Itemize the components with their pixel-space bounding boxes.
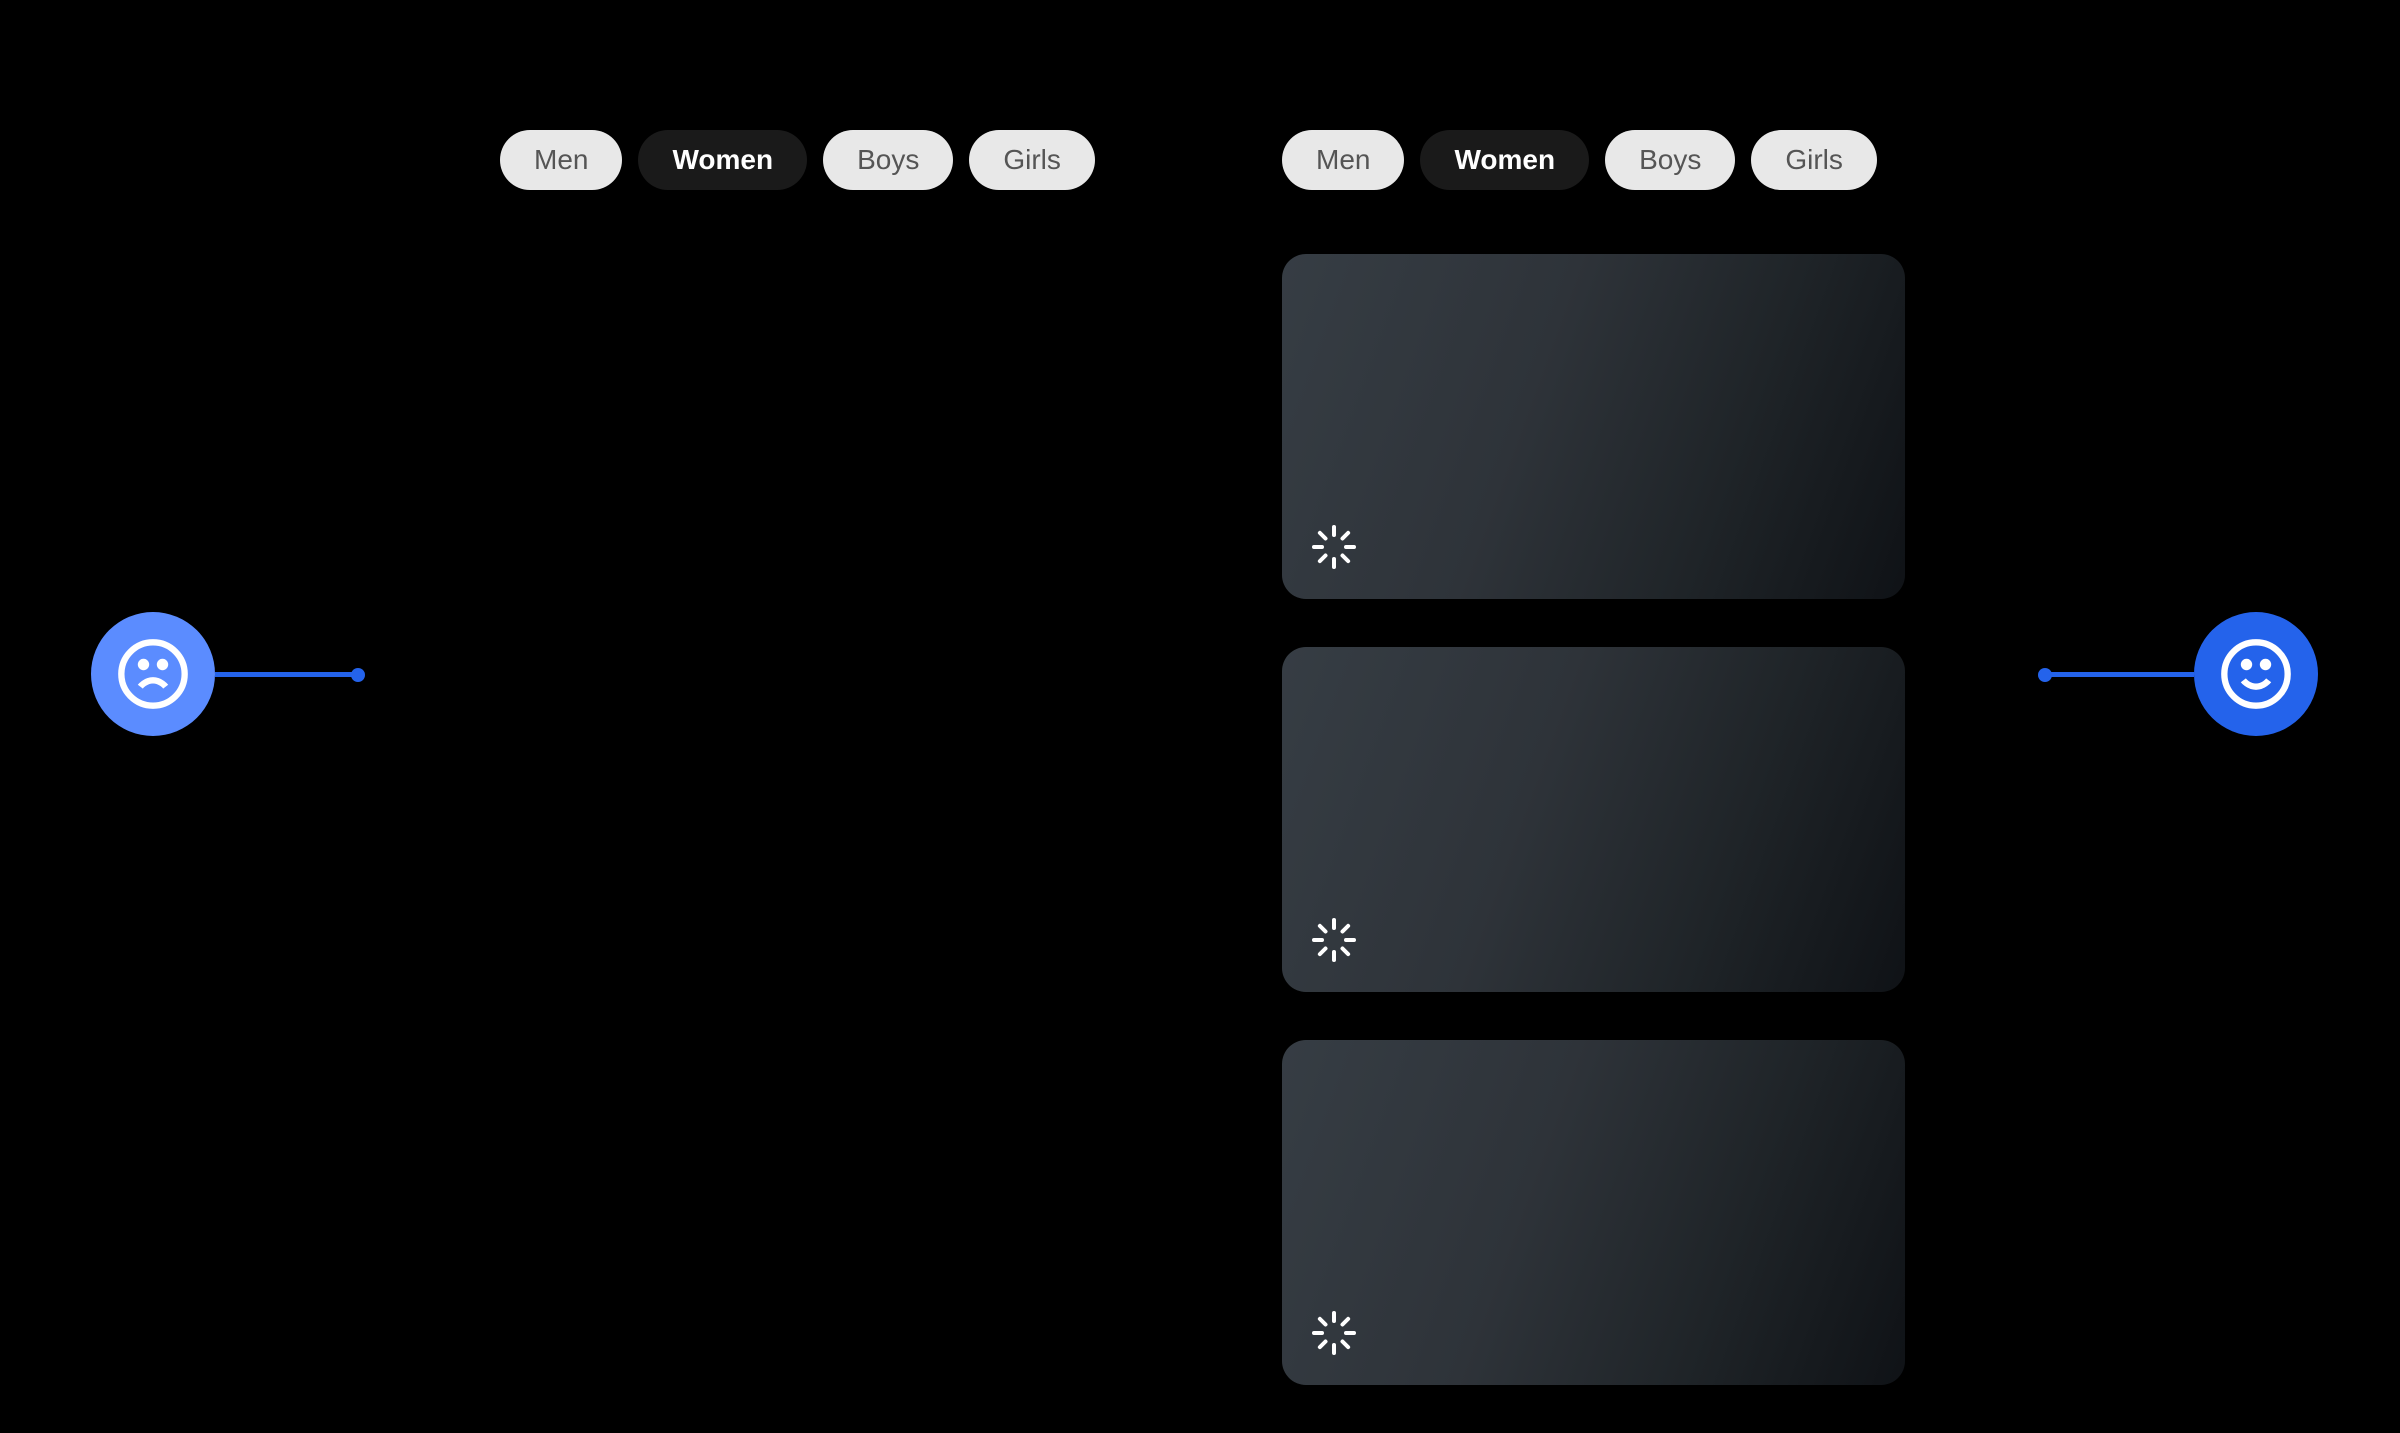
tab-men[interactable]: Men xyxy=(500,130,622,190)
connector-dot-right xyxy=(2038,668,2052,682)
smile-icon xyxy=(2218,636,2294,712)
right-tabs: Men Women Boys Girls xyxy=(1282,130,1905,190)
tab-boys[interactable]: Boys xyxy=(823,130,953,190)
skeleton-card xyxy=(1282,254,1905,599)
tab-women[interactable]: Women xyxy=(1420,130,1589,190)
frown-icon xyxy=(115,636,191,712)
right-panel: Men Women Boys Girls xyxy=(1282,130,1905,1433)
connector-dot-left xyxy=(351,668,365,682)
skeleton-card xyxy=(1282,1040,1905,1385)
sad-face-indicator xyxy=(91,612,215,736)
left-panel: Men Women Boys Girls xyxy=(500,130,1123,254)
tab-women[interactable]: Women xyxy=(638,130,807,190)
loading-spinner-icon xyxy=(1310,523,1358,571)
left-tabs: Men Women Boys Girls xyxy=(500,130,1123,190)
skeleton-card xyxy=(1282,647,1905,992)
loading-spinner-icon xyxy=(1310,916,1358,964)
happy-face-indicator xyxy=(2194,612,2318,736)
tab-boys[interactable]: Boys xyxy=(1605,130,1735,190)
tab-girls[interactable]: Girls xyxy=(1751,130,1877,190)
connector-line-right xyxy=(2042,672,2194,677)
connector-line-left xyxy=(215,672,355,677)
tab-men[interactable]: Men xyxy=(1282,130,1404,190)
tab-girls[interactable]: Girls xyxy=(969,130,1095,190)
